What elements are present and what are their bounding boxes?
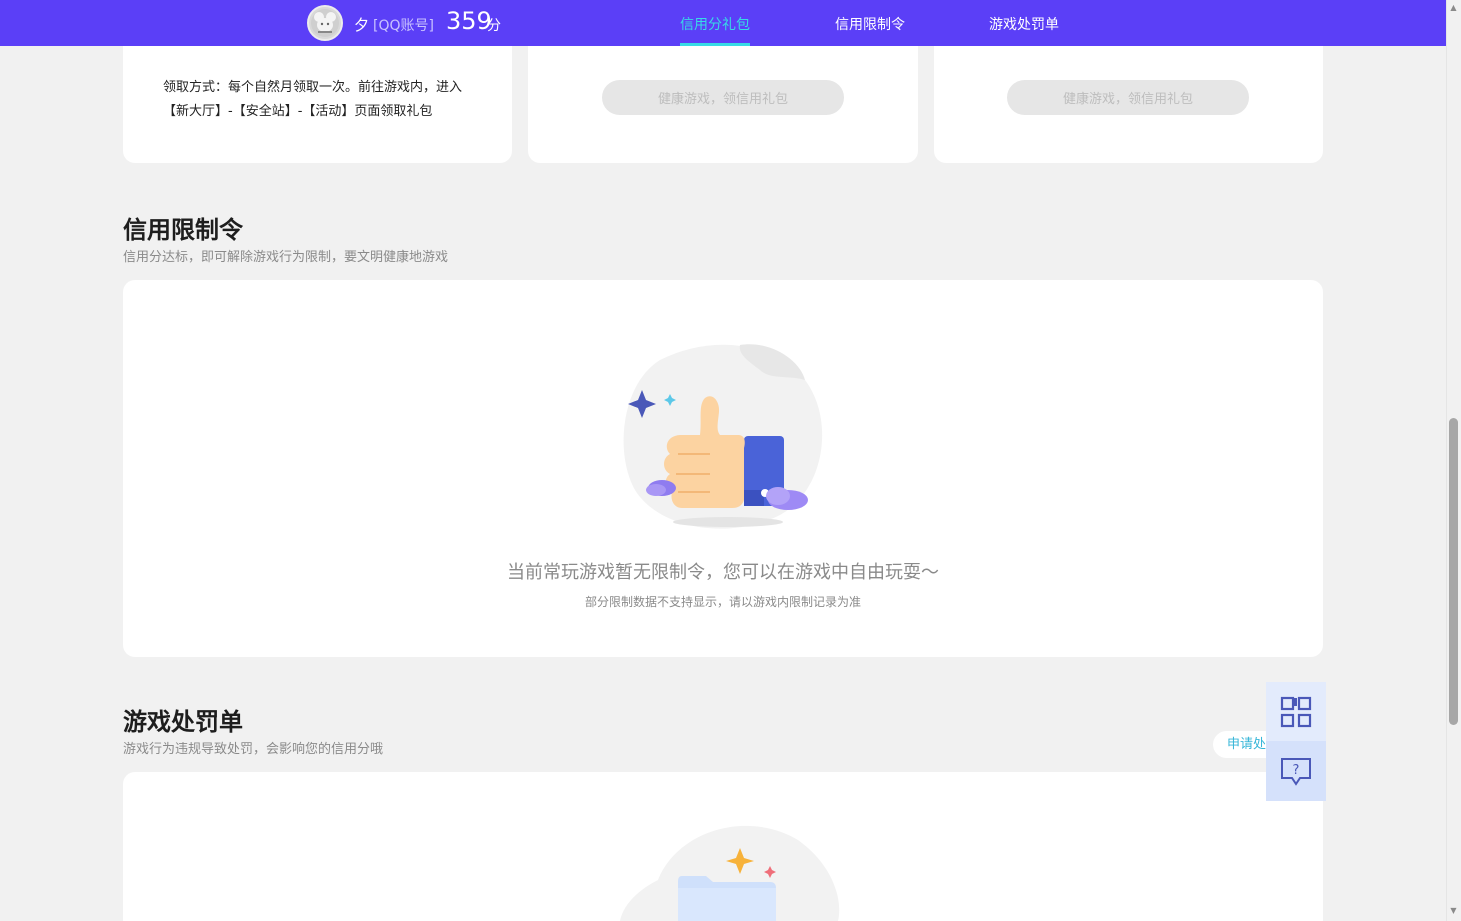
credit-score: 359 bbox=[446, 7, 492, 35]
tab-restriction-order[interactable]: 信用限制令 bbox=[835, 14, 905, 34]
top-navbar: 夕 [QQ账号] 359 分 信用分礼包 信用限制令 游戏处罚单 bbox=[0, 0, 1446, 46]
qr-code-button[interactable] bbox=[1266, 682, 1326, 741]
active-tab-indicator bbox=[680, 43, 750, 46]
restriction-empty-message: 当前常玩游戏暂无限制令，您可以在游戏中自由玩耍～ bbox=[507, 562, 939, 583]
penalty-section-title: 游戏处罚单 bbox=[123, 708, 243, 736]
claim-gift-button-1[interactable]: 健康游戏，领信用礼包 bbox=[602, 80, 844, 115]
scroll-up-arrow-icon[interactable]: ▲ bbox=[1449, 3, 1458, 13]
avatar-image-icon bbox=[311, 9, 339, 37]
avatar[interactable] bbox=[307, 5, 343, 41]
score-unit: 分 bbox=[487, 18, 501, 34]
folder-illustration-icon bbox=[620, 825, 840, 921]
tab-penalty-ticket[interactable]: 游戏处罚单 bbox=[989, 14, 1059, 34]
restriction-section-subtitle: 信用分达标，即可解除游戏行为限制，要文明健康地游戏 bbox=[123, 250, 449, 265]
scrollbar-thumb[interactable] bbox=[1449, 418, 1458, 725]
penalty-section-subtitle: 游戏行为违规导致处罚，会影响您的信用分哦 bbox=[123, 742, 384, 757]
claim-gift-button-2[interactable]: 健康游戏，领信用礼包 bbox=[1007, 80, 1249, 115]
scroll-down-arrow-icon[interactable]: ▼ bbox=[1449, 906, 1458, 916]
restriction-empty-note: 部分限制数据不支持显示，请以游戏内限制记录为准 bbox=[584, 595, 861, 609]
username: 夕 bbox=[354, 16, 370, 34]
svg-text:?: ? bbox=[1293, 763, 1300, 778]
restriction-section-title: 信用限制令 bbox=[123, 216, 243, 244]
tab-credit-gift[interactable]: 信用分礼包 bbox=[680, 14, 750, 34]
help-chat-icon: ? bbox=[1281, 757, 1311, 786]
qr-code-icon bbox=[1280, 696, 1312, 727]
floating-side-panel: ? bbox=[1266, 682, 1326, 801]
claim-method-text: 领取方式：每个自然月领取一次。前往游戏内，进入【新大厅】-【安全站】-【活动】页… bbox=[163, 80, 463, 119]
help-button[interactable]: ? bbox=[1266, 742, 1326, 801]
thumbs-up-illustration-icon bbox=[623, 344, 823, 529]
account-type: [QQ账号] bbox=[373, 18, 434, 34]
